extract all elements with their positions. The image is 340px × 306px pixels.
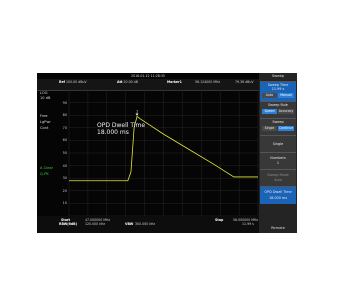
- sweep-info-bar: Start RBW(6dB) 47.000000 MHz 120.000 kHz…: [37, 216, 259, 233]
- scale-div: 10 dB: [40, 96, 51, 100]
- opd-dwell-annotation: OPD Dwell Time 18.000 ms: [97, 122, 145, 136]
- sweep-rule-accuracy[interactable]: Accuracy: [278, 109, 294, 114]
- sweep-label: Sweep: [272, 120, 284, 124]
- sweep-time-auto[interactable]: Auto: [262, 93, 277, 98]
- sweep-mode-value: Auto: [274, 178, 282, 182]
- single-sweep-button[interactable]: Single: [260, 135, 296, 152]
- vbw-label: VBW: [125, 222, 134, 226]
- plot-grid: [68, 90, 259, 216]
- sweep-single[interactable]: Single: [262, 126, 277, 131]
- marker-frequency: 56.124000 MHz: [195, 80, 221, 84]
- rbw-value: 120.000 kHz: [85, 222, 106, 226]
- sweep-time-value: 11.99 s: [271, 87, 285, 91]
- att-value: 20.00 dB: [123, 80, 138, 84]
- opd-dwell-time-softkey[interactable]: OPD Dwell Time 18.000 ms: [260, 186, 296, 204]
- trigger-mode: Free: [40, 114, 48, 118]
- numbers-label: Numbers: [270, 156, 286, 160]
- opd-dwell-value-softkey: 18.000 ms: [268, 196, 287, 200]
- ref-level: Ref 100.00 dBuV: [59, 80, 87, 84]
- sweep-mode-disabled-softkey: Sweep Mode Auto: [260, 169, 296, 186]
- sweep-time-value: 11.99 s: [242, 222, 254, 226]
- attenuation: Att 20.00 dB: [117, 80, 138, 84]
- ref-value: 100.00 dBuV: [66, 80, 87, 84]
- plot-area[interactable]: 90 80 70 60 50 40 30 20 10 1 OPD Dwell Time 18.0…: [61, 90, 259, 216]
- att-label: Att: [117, 80, 123, 84]
- sweep-continue[interactable]: Continue: [278, 126, 294, 131]
- opd-dwell-title: OPD Dwell Time: [97, 122, 146, 129]
- vbw-value: 300.000 kHz: [135, 222, 156, 226]
- marker-1-label: 1: [136, 109, 138, 113]
- detector-status: Q-PK: [40, 172, 49, 176]
- marker-label: Marker1: [167, 80, 182, 84]
- marker-1-icon: [135, 113, 139, 116]
- marker-readout: Marker1: [167, 80, 182, 84]
- datetime: 2016-01-12 11:28:35: [131, 74, 165, 78]
- sweep-mode-status: Cont: [40, 126, 49, 130]
- single-label: Single: [272, 142, 284, 146]
- remote-indicator: Remote: [271, 226, 285, 230]
- average-type: LgPwr: [40, 120, 51, 124]
- sweep-mode-softkey[interactable]: Sweep Single Continue: [260, 118, 296, 135]
- stop-label: Stop: [215, 218, 224, 222]
- sweep-rule-softkey[interactable]: Sweep Rule Speed Accuracy: [260, 101, 296, 118]
- sweep-time-softkey[interactable]: Sweep Time 11.99 s Auto Manual: [260, 81, 296, 101]
- sweep-rule-speed[interactable]: Speed: [262, 109, 277, 114]
- marker-level: 79.36 dBuV: [235, 80, 254, 84]
- ref-label: Ref: [59, 80, 66, 84]
- trace-status: A Clear: [40, 166, 53, 170]
- left-status-column: LOG 10 dB Free LgPwr Cont A Clear Q-PK: [37, 90, 59, 216]
- numbers-softkey[interactable]: Numbers 1: [260, 152, 296, 169]
- rbw-label: RBW(6dB): [59, 222, 78, 226]
- sweep-softkey-panel: Sweep Sweep Time 11.99 s Auto Manual Swe…: [259, 73, 297, 233]
- spectrum-plot[interactable]: 1: [61, 90, 259, 216]
- panel-title: Sweep: [272, 74, 284, 78]
- opd-dwell-value: 18.000 ms: [97, 129, 129, 136]
- sweep-mode-label: Sweep Mode: [267, 173, 289, 177]
- marker-layer: 1: [135, 109, 139, 116]
- sweep-rule-label: Sweep Rule: [268, 103, 288, 107]
- opd-dwell-label: OPD Dwell Time: [264, 190, 292, 194]
- numbers-value: 1: [276, 161, 280, 165]
- analyzer-screen: 2016-01-12 11:28:35 Ref 100.00 dBuV Att …: [37, 73, 297, 233]
- sweep-time-manual[interactable]: Manual: [278, 93, 294, 98]
- scale-type: LOG: [40, 91, 48, 95]
